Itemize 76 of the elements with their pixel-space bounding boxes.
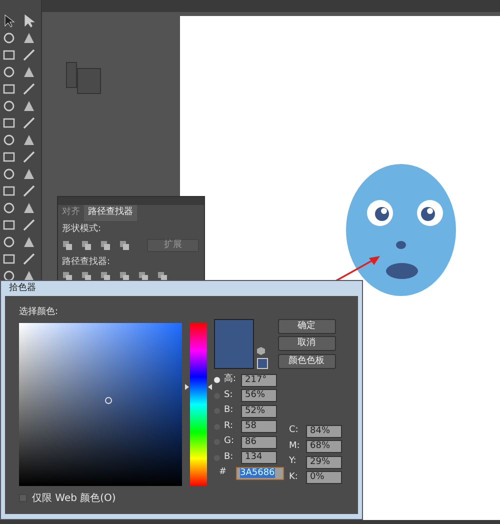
tool-icon[interactable]	[2, 235, 16, 249]
shape-mode-icon[interactable]	[101, 240, 110, 250]
radio-button[interactable]	[214, 377, 220, 383]
field-label: #	[219, 466, 228, 480]
field-label: R:	[224, 420, 234, 433]
pointer-icon[interactable]	[2, 14, 16, 28]
tool-icon[interactable]	[2, 269, 16, 283]
input-field[interactable]: 56%	[241, 389, 277, 402]
input-field[interactable]: 0%	[306, 471, 342, 484]
section-label: 选择颜色:	[19, 306, 60, 319]
field-label: M:	[289, 440, 301, 453]
checkbox-label: 仅限 Web 颜色(O)	[32, 492, 116, 506]
shape-mode-icon[interactable]	[120, 240, 129, 250]
pointer-icon[interactable]	[22, 14, 36, 28]
tool-icon[interactable]	[22, 48, 36, 62]
tool-icon[interactable]	[2, 65, 16, 79]
input-field[interactable]: 52%	[241, 404, 277, 418]
tool-icon[interactable]	[2, 184, 16, 198]
tool-icon[interactable]	[2, 133, 16, 147]
slider-thumb[interactable]	[184, 384, 212, 390]
tool-icon[interactable]	[22, 150, 36, 164]
tool-icon[interactable]	[22, 82, 36, 96]
panel-tab[interactable]: 路径查找器	[84, 205, 137, 220]
tool-icon[interactable]	[22, 184, 36, 198]
field-label: B:	[224, 450, 234, 464]
tool-icon[interactable]	[2, 150, 16, 164]
dialog-title: 拾色器	[8, 282, 37, 295]
tool-icon[interactable]	[22, 99, 36, 113]
tool-icon[interactable]	[2, 116, 16, 130]
input-field[interactable]: 58	[241, 420, 277, 433]
tool-icon[interactable]	[2, 99, 16, 113]
tool-icon[interactable]	[2, 31, 16, 45]
section-label: 形状模式:	[61, 222, 102, 236]
field-label: 高:	[224, 373, 237, 386]
color-preview	[214, 318, 254, 368]
field-label: G:	[224, 435, 236, 448]
tool-icon[interactable]	[22, 218, 36, 232]
input-field[interactable]: 217°	[241, 374, 277, 386]
tool-icon[interactable]	[2, 82, 16, 96]
web-color-swatch[interactable]	[256, 358, 268, 368]
tool-icon[interactable]	[2, 201, 16, 215]
input-field[interactable]: 68%	[306, 440, 342, 453]
color-field[interactable]	[19, 322, 182, 486]
panel-tab[interactable]: 对齐	[58, 205, 84, 220]
tool-icon[interactable]	[22, 167, 36, 181]
field-label: K:	[289, 470, 299, 484]
input-field[interactable]: 86	[241, 436, 277, 448]
tool-icon[interactable]	[2, 48, 16, 62]
hue-slider[interactable]	[184, 322, 212, 486]
shape-mode-icon[interactable]	[82, 240, 91, 250]
tool-icon[interactable]	[22, 252, 36, 266]
tool-icon[interactable]	[22, 31, 36, 45]
input-field[interactable]: 84%	[306, 424, 342, 438]
field-label: Y:	[289, 455, 298, 468]
section-label: 路径查找器:	[61, 256, 112, 269]
picker-ring[interactable]	[105, 396, 112, 404]
dialog-button[interactable]: 取消	[278, 336, 336, 351]
tool-icon[interactable]	[22, 201, 36, 215]
field-label: B:	[224, 404, 234, 418]
field-label: C:	[289, 424, 300, 438]
checkbox[interactable]	[19, 494, 27, 502]
tool-icon[interactable]	[22, 133, 36, 147]
tool-icon[interactable]	[22, 116, 36, 130]
dialog-button[interactable]: 颜色色板	[278, 354, 336, 368]
input-field[interactable]: 29%	[306, 456, 342, 468]
tool-icon[interactable]	[2, 218, 16, 232]
tool-icon[interactable]	[2, 167, 16, 181]
tool-icon[interactable]	[22, 235, 36, 249]
hex-input-field[interactable]: 3A5686	[236, 466, 284, 480]
cube-icon[interactable]	[256, 347, 264, 355]
shape-mode-icon[interactable]	[63, 240, 72, 250]
input-field[interactable]: 134	[241, 451, 277, 464]
dialog-button[interactable]: 确定	[278, 318, 336, 334]
tool-icon[interactable]	[22, 65, 36, 79]
field-label: S:	[224, 388, 234, 402]
tool-icon[interactable]	[2, 252, 16, 266]
